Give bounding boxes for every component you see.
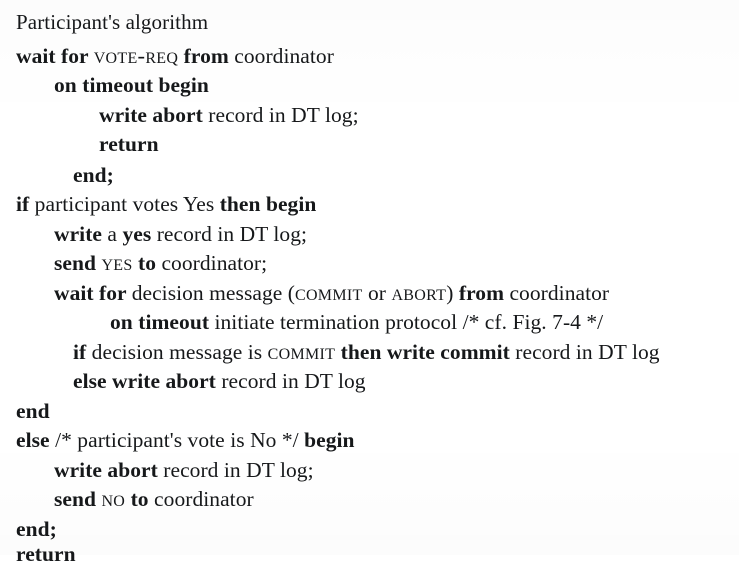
code-message-name: ABORT (391, 280, 447, 305)
code-message-name: VOTE-REQ (93, 43, 179, 68)
code-line: else write abort record in DT log (0, 367, 739, 395)
code-keyword: if (73, 340, 92, 364)
code-line: write a yes record in DT log; (0, 220, 739, 248)
code-keyword: from (458, 281, 510, 305)
code-text: coordinator (509, 281, 610, 305)
code-line: wait for decision message (COMMIT or ABO… (0, 279, 739, 307)
code-keyword: wait for (54, 281, 132, 305)
code-text: coordinator; (161, 251, 268, 275)
code-keyword: end; (73, 163, 114, 187)
code-line: write abort record in DT log; (0, 101, 739, 129)
code-keyword: write (54, 222, 108, 246)
code-line: return (0, 540, 739, 568)
code-text: a (107, 222, 123, 246)
code-keyword: end; (16, 517, 57, 541)
figure-page: Participant's algorithm wait for VOTE-RE… (0, 0, 739, 566)
code-line: end (0, 397, 739, 425)
code-keyword: return (99, 132, 159, 156)
code-message-name: COMMIT (294, 280, 363, 305)
code-text: decision message is (91, 340, 268, 364)
code-line: end; (0, 161, 739, 189)
code-keyword: else write abort (73, 369, 222, 393)
code-keyword: return (16, 542, 76, 566)
code-line: if participant votes Yes then begin (0, 190, 739, 218)
code-keyword: send (54, 487, 102, 511)
code-message-name: NO (101, 486, 126, 511)
code-keyword: to (132, 251, 162, 275)
page-title: Participant's algorithm (16, 10, 209, 34)
code-line: send YES to coordinator; (0, 249, 739, 277)
code-text: or (362, 281, 392, 305)
code-text: record in DT log; (163, 458, 314, 482)
code-text: participant votes Yes (34, 192, 220, 216)
code-line: else /* participant's vote is No */ begi… (0, 426, 739, 454)
code-line: return (0, 130, 739, 158)
code-text: decision message ( (131, 281, 295, 305)
code-line: end; (0, 515, 739, 543)
code-keyword: on timeout (110, 310, 215, 334)
code-message-name: COMMIT (267, 339, 336, 364)
code-keyword: write abort (99, 103, 209, 127)
code-text: record in DT log; (208, 103, 359, 127)
code-text: record in DT log (515, 340, 660, 364)
code-keyword: end (16, 399, 50, 423)
code-keyword: to (125, 487, 155, 511)
code-keyword: yes (122, 222, 157, 246)
code-line: if decision message is COMMIT then write… (0, 338, 739, 366)
code-line: write abort record in DT log; (0, 456, 739, 484)
code-comment: /* participant's vote is No */ (55, 428, 305, 452)
code-text: record in DT log (221, 369, 366, 393)
code-text: coordinator (154, 487, 254, 511)
code-line: wait for VOTE-REQ from coordinator (0, 42, 739, 70)
code-message-name: YES (101, 250, 133, 275)
code-keyword: write abort (54, 458, 164, 482)
code-keyword: send (54, 251, 102, 275)
code-keyword: wait for (16, 44, 94, 68)
code-text: record in DT log; (156, 222, 308, 246)
code-line: send NO to coordinator (0, 485, 739, 513)
code-line: on timeout initiate termination protocol… (0, 308, 739, 336)
code-keyword: then write commit (335, 340, 516, 364)
code-text: coordinator (234, 44, 334, 68)
code-keyword: if (16, 192, 35, 216)
code-comment: /* cf. Fig. 7-4 */ (462, 310, 604, 334)
code-keyword: then begin (219, 192, 317, 216)
code-line: on timeout begin (0, 71, 739, 99)
code-keyword: on timeout begin (54, 73, 209, 97)
code-text: ) (446, 281, 459, 305)
code-keyword: begin (304, 428, 355, 452)
code-text: initiate termination protocol (214, 310, 463, 334)
code-keyword: from (178, 44, 235, 68)
code-keyword: else (16, 428, 56, 452)
